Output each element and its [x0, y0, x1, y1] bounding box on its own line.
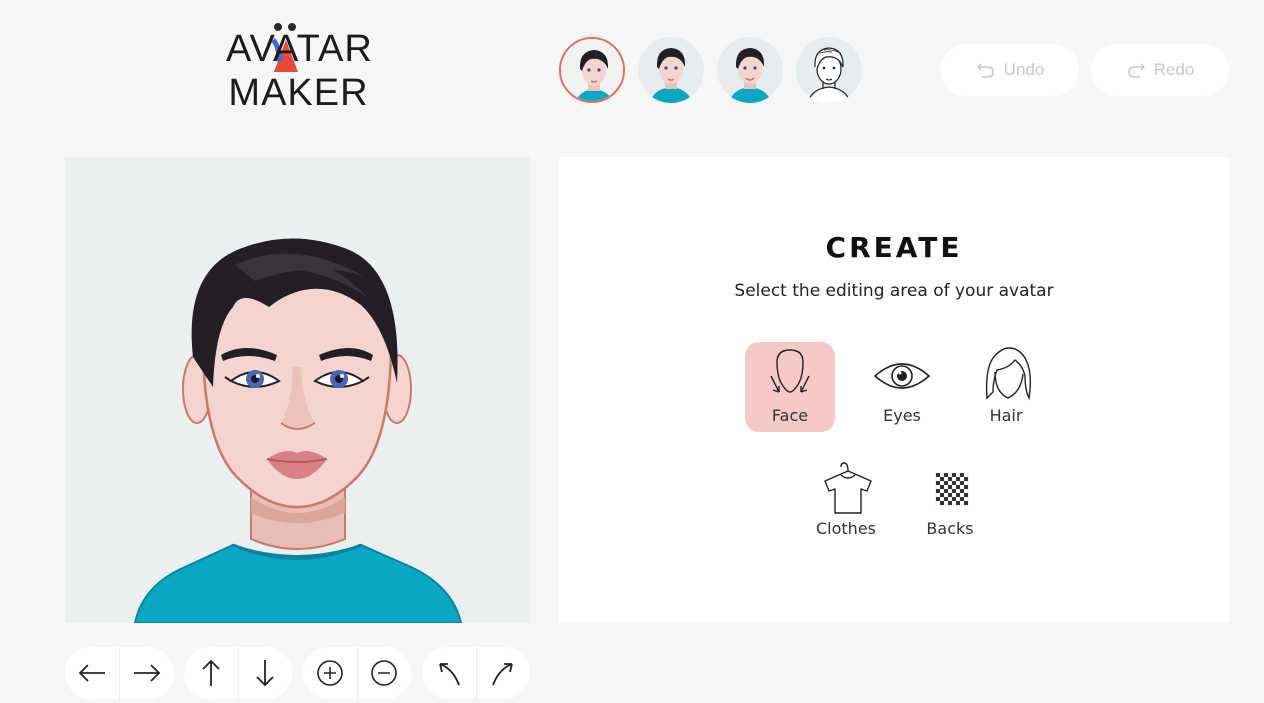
eye-icon	[873, 363, 931, 389]
preset-avatar-3[interactable]	[717, 37, 783, 103]
arrow-up-icon	[202, 659, 220, 686]
move-vertical-group	[184, 647, 292, 699]
move-right-button[interactable]	[119, 647, 174, 699]
zoom-out-button[interactable]	[356, 647, 412, 699]
option-hair[interactable]: Hair	[961, 342, 1051, 432]
redo-label: Redo	[1153, 60, 1195, 79]
move-down-button[interactable]	[237, 647, 293, 699]
option-face-label: Face	[771, 406, 809, 425]
zoom-in-icon	[316, 660, 343, 686]
shirt-hanger-icon	[824, 462, 872, 514]
zoom-group	[303, 647, 411, 699]
option-backs[interactable]: Backs	[905, 455, 995, 545]
undo-icon	[976, 63, 994, 78]
preset-avatar-1[interactable]	[559, 37, 625, 103]
undo-button[interactable]: Undo	[941, 44, 1079, 96]
logo-line-2: MAKER	[228, 72, 369, 114]
app-logo: AVATAR MAKER	[226, 18, 373, 120]
editing-panel: CREATE Select the editing area of your a…	[559, 157, 1229, 623]
option-hair-label: Hair	[989, 406, 1023, 425]
preset-avatar-2[interactable]	[638, 37, 704, 103]
panel-title: CREATE	[825, 231, 963, 264]
avatar-canvas[interactable]	[65, 157, 530, 623]
arrow-down-icon	[256, 660, 274, 687]
rotate-left-button[interactable]	[422, 647, 476, 699]
move-horizontal-group	[65, 647, 174, 699]
redo-button[interactable]: Redo	[1091, 44, 1229, 96]
hair-icon	[985, 347, 1032, 401]
checker-pattern-icon	[935, 472, 969, 506]
rotate-right-icon	[492, 663, 514, 686]
logo-line-1: AVATAR	[226, 28, 373, 70]
redo-icon	[1127, 63, 1145, 78]
option-face[interactable]: Face	[745, 342, 835, 432]
rotate-group	[422, 647, 530, 699]
rotate-left-icon	[438, 663, 460, 686]
face-outline-icon	[770, 349, 810, 393]
move-up-button[interactable]	[184, 647, 238, 699]
undo-label: Undo	[1003, 60, 1045, 79]
zoom-in-button[interactable]	[303, 647, 357, 699]
move-left-button[interactable]	[65, 647, 119, 699]
avatar-illustration	[133, 238, 463, 623]
avatar-outline-thumbnail-icon	[807, 47, 851, 103]
option-eyes-label: Eyes	[883, 406, 921, 425]
option-clothes[interactable]: Clothes	[801, 455, 891, 545]
option-clothes-label: Clothes	[816, 519, 876, 538]
preset-avatar-4[interactable]	[796, 37, 862, 103]
option-backs-label: Backs	[926, 519, 974, 538]
arrow-left-icon	[78, 664, 105, 682]
zoom-out-icon	[371, 660, 398, 686]
arrow-right-icon	[134, 664, 161, 682]
option-eyes[interactable]: Eyes	[857, 342, 947, 432]
panel-subtitle: Select the editing area of your avatar	[734, 281, 1054, 301]
avatar-thumbnail-icon	[650, 48, 692, 103]
rotate-right-button[interactable]	[475, 647, 531, 699]
avatar-thumbnail-icon	[561, 39, 623, 101]
avatar-thumbnail-icon	[729, 48, 771, 103]
